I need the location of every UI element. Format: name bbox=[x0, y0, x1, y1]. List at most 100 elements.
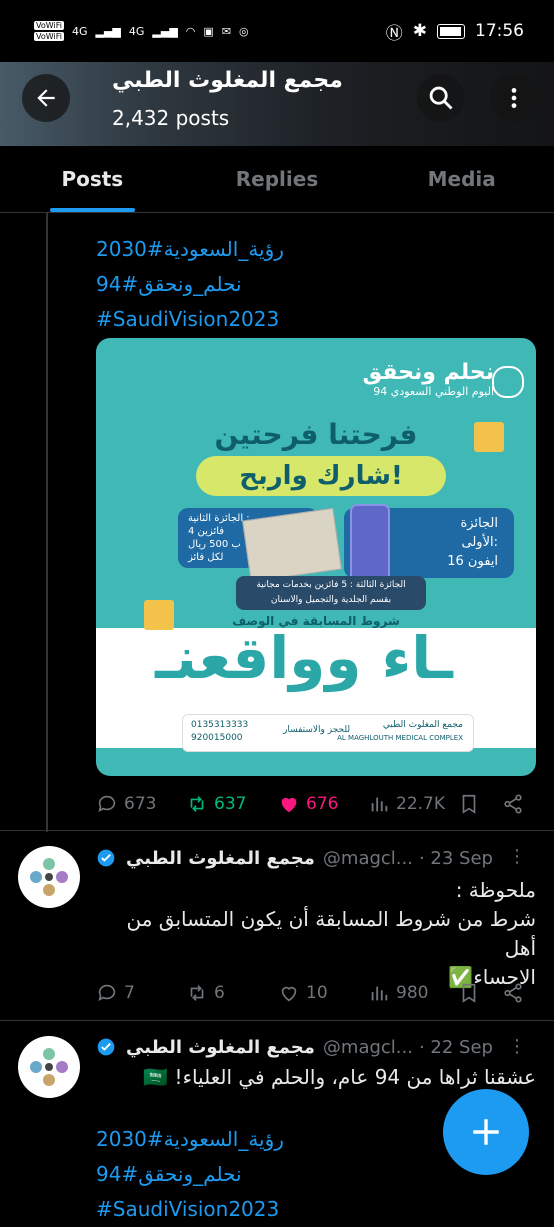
views-icon bbox=[371, 986, 388, 1001]
hashtag-link[interactable]: رؤية_السعودية#2030 bbox=[96, 1122, 284, 1157]
avatar[interactable] bbox=[18, 1036, 80, 1098]
tab-replies[interactable]: Replies bbox=[185, 146, 370, 212]
promo-logo-title: نحلم ونحقق bbox=[362, 360, 494, 385]
prize1-line: الجائزة bbox=[460, 516, 498, 531]
promo-brand-name: مجمع المغلوث الطبي bbox=[382, 720, 463, 730]
banknotes-image bbox=[242, 507, 342, 583]
post2-text: ملحوظة : شرط من شروط المسابقة أن يكون ال… bbox=[96, 876, 536, 992]
post-more-icon[interactable]: ⋮ bbox=[508, 846, 526, 867]
post-date[interactable]: · 23 Sep bbox=[419, 848, 493, 869]
wifi-icon: ◠ bbox=[185, 24, 196, 38]
plus-icon bbox=[473, 1119, 499, 1145]
reply-count: 673 bbox=[124, 794, 157, 814]
profile-header: مجمع المغلوث الطبي 2,432 posts bbox=[0, 62, 554, 146]
post-text-line: عشقنا ثراها من 94 عام، والحلم في العلياء… bbox=[143, 1065, 536, 1089]
bookmark-button[interactable] bbox=[458, 793, 502, 815]
post3-hashtags: رؤية_السعودية#2030 نحلم_ونحقق#94 #SaudiV… bbox=[96, 1122, 284, 1227]
post-text-line: شرط من شروط المسابقة أن يكون المتسابق من… bbox=[126, 907, 536, 960]
verified-badge-icon bbox=[97, 1038, 115, 1056]
post-handle[interactable]: @magcl... bbox=[323, 1037, 413, 1058]
promo-logo-sub: اليوم الوطني السعودي 94 bbox=[373, 385, 494, 398]
search-button[interactable] bbox=[417, 74, 465, 122]
app-notification-icon: ▣ bbox=[203, 24, 214, 38]
avatar[interactable] bbox=[18, 846, 80, 908]
prize1-text: الجائزة الأولى: ايفون 16 bbox=[447, 514, 498, 571]
profile-tabs: Posts Replies Media bbox=[0, 146, 554, 213]
arrow-left-icon bbox=[37, 89, 55, 107]
post2-actions: 7 6 10 980 bbox=[96, 978, 536, 1008]
bookmark-button[interactable] bbox=[458, 982, 502, 1004]
reply-button[interactable]: 7 bbox=[96, 982, 186, 1004]
vowifi-badge: VoWiFi bbox=[34, 32, 64, 41]
post1-hashtags: رؤية_السعودية#2030 نحلم_ونحقق#94 #SaudiV… bbox=[96, 232, 284, 337]
promo-phones: 0135313333 920015000 bbox=[191, 719, 248, 745]
more-vertical-icon bbox=[511, 88, 517, 108]
tab-posts[interactable]: Posts bbox=[0, 146, 185, 212]
promo-brand-en: AL MAGHLOUTH MEDICAL COMPLEX bbox=[337, 734, 463, 742]
iphone-icon bbox=[350, 504, 390, 586]
repost-button[interactable]: 637 bbox=[186, 793, 278, 815]
repost-icon bbox=[190, 985, 204, 1001]
more-button[interactable] bbox=[490, 74, 538, 122]
reply-icon bbox=[98, 984, 116, 1001]
verified-badge-icon bbox=[97, 849, 115, 867]
back-button[interactable] bbox=[22, 74, 70, 122]
hashtag-link[interactable]: نحلم_ونحقق#94 bbox=[96, 1157, 284, 1192]
like-count: 10 bbox=[306, 983, 328, 1003]
promo-big-text: ـاء وواقعنـ bbox=[155, 624, 453, 692]
hashtag-link[interactable]: رؤية_السعودية#2030 bbox=[96, 232, 284, 267]
views-button[interactable]: 22.7K bbox=[368, 793, 458, 815]
promo-headline: فرحتنا فرحتين bbox=[214, 418, 418, 451]
repost-count: 6 bbox=[214, 983, 225, 1003]
views-count: 22.7K bbox=[396, 794, 445, 814]
signal-label: 4G bbox=[71, 24, 88, 38]
repost-icon bbox=[190, 796, 204, 812]
instagram-icon: ◎ bbox=[239, 24, 249, 38]
like-button[interactable]: 10 bbox=[278, 982, 368, 1004]
post-text-line: ملحوظة : bbox=[455, 878, 536, 902]
share-button[interactable] bbox=[502, 793, 524, 815]
prize2-text: الجائزة الثانية : 4 فائزين ب 500 ريال لك… bbox=[188, 512, 250, 564]
status-bar: VoWiFi VoWiFi 4G ▂▄▆ 4G ▂▄▆ ◠ ▣ ✉ ◎ Ⓝ ✱ … bbox=[0, 0, 554, 62]
like-button[interactable]: 676 bbox=[278, 793, 368, 815]
hashtag-link[interactable]: #SaudiVision2023 bbox=[96, 302, 284, 337]
thread-line bbox=[46, 212, 48, 832]
hashtag-link[interactable]: نحلم_ونحقق#94 bbox=[96, 267, 284, 302]
prize1-line: الأولى: bbox=[461, 535, 499, 550]
views-button[interactable]: 980 bbox=[368, 982, 458, 1004]
post3-text: عشقنا ثراها من 94 عام، والحلم في العلياء… bbox=[96, 1063, 536, 1092]
compose-button[interactable] bbox=[443, 1089, 529, 1175]
promo-brand: مجمع المغلوث الطبي AL MAGHLOUTH MEDICAL … bbox=[337, 719, 463, 745]
views-count: 980 bbox=[396, 983, 429, 1003]
status-right: Ⓝ ✱ 17:56 bbox=[386, 19, 524, 44]
promo-logo: نحلم ونحقق اليوم الوطني السعودي 94 bbox=[363, 360, 494, 398]
nfc-icon: Ⓝ bbox=[385, 23, 403, 44]
prize3-line: الجائزة الثالثة : 5 فائزين بخدمات مجانية bbox=[256, 580, 406, 590]
post-divider bbox=[0, 830, 554, 831]
share-button[interactable] bbox=[502, 982, 524, 1004]
signal-icon: ▂▄▆ bbox=[95, 24, 121, 38]
prize2-line: ب 500 ريال bbox=[188, 539, 241, 550]
post-handle[interactable]: @magcl... bbox=[323, 848, 413, 869]
promo-pill: شارك واربح! bbox=[196, 456, 446, 496]
clinic-logo-icon bbox=[30, 1048, 68, 1086]
post-author-name[interactable]: مجمع المغلوث الطبي bbox=[126, 848, 315, 869]
prize1-line: ايفون 16 bbox=[447, 554, 498, 569]
repost-count: 637 bbox=[214, 794, 247, 814]
heart-outline-icon bbox=[281, 986, 297, 1002]
post1-image[interactable]: نحلم ونحقق اليوم الوطني السعودي 94 فرحتن… bbox=[96, 338, 536, 776]
tab-media[interactable]: Media bbox=[369, 146, 554, 212]
post-author-name[interactable]: مجمع المغلوث الطبي bbox=[126, 1037, 315, 1058]
repost-button[interactable]: 6 bbox=[186, 982, 278, 1004]
post2-header: مجمع المغلوث الطبي @magcl... · 23 Sep bbox=[96, 843, 536, 873]
post-more-icon[interactable]: ⋮ bbox=[508, 1036, 526, 1057]
signal-icon: ▂▄▆ bbox=[152, 24, 178, 38]
reply-button[interactable]: 673 bbox=[96, 793, 186, 815]
post-date[interactable]: · 22 Sep bbox=[419, 1037, 493, 1058]
prize1-card: الجائزة الأولى: ايفون 16 bbox=[344, 504, 514, 586]
bookmark-icon bbox=[462, 794, 476, 814]
clinic-logo-icon bbox=[30, 858, 68, 896]
signal-label: 4G bbox=[128, 24, 145, 38]
hashtag-link[interactable]: #SaudiVision2023 bbox=[96, 1192, 284, 1227]
battery-icon bbox=[437, 23, 465, 39]
